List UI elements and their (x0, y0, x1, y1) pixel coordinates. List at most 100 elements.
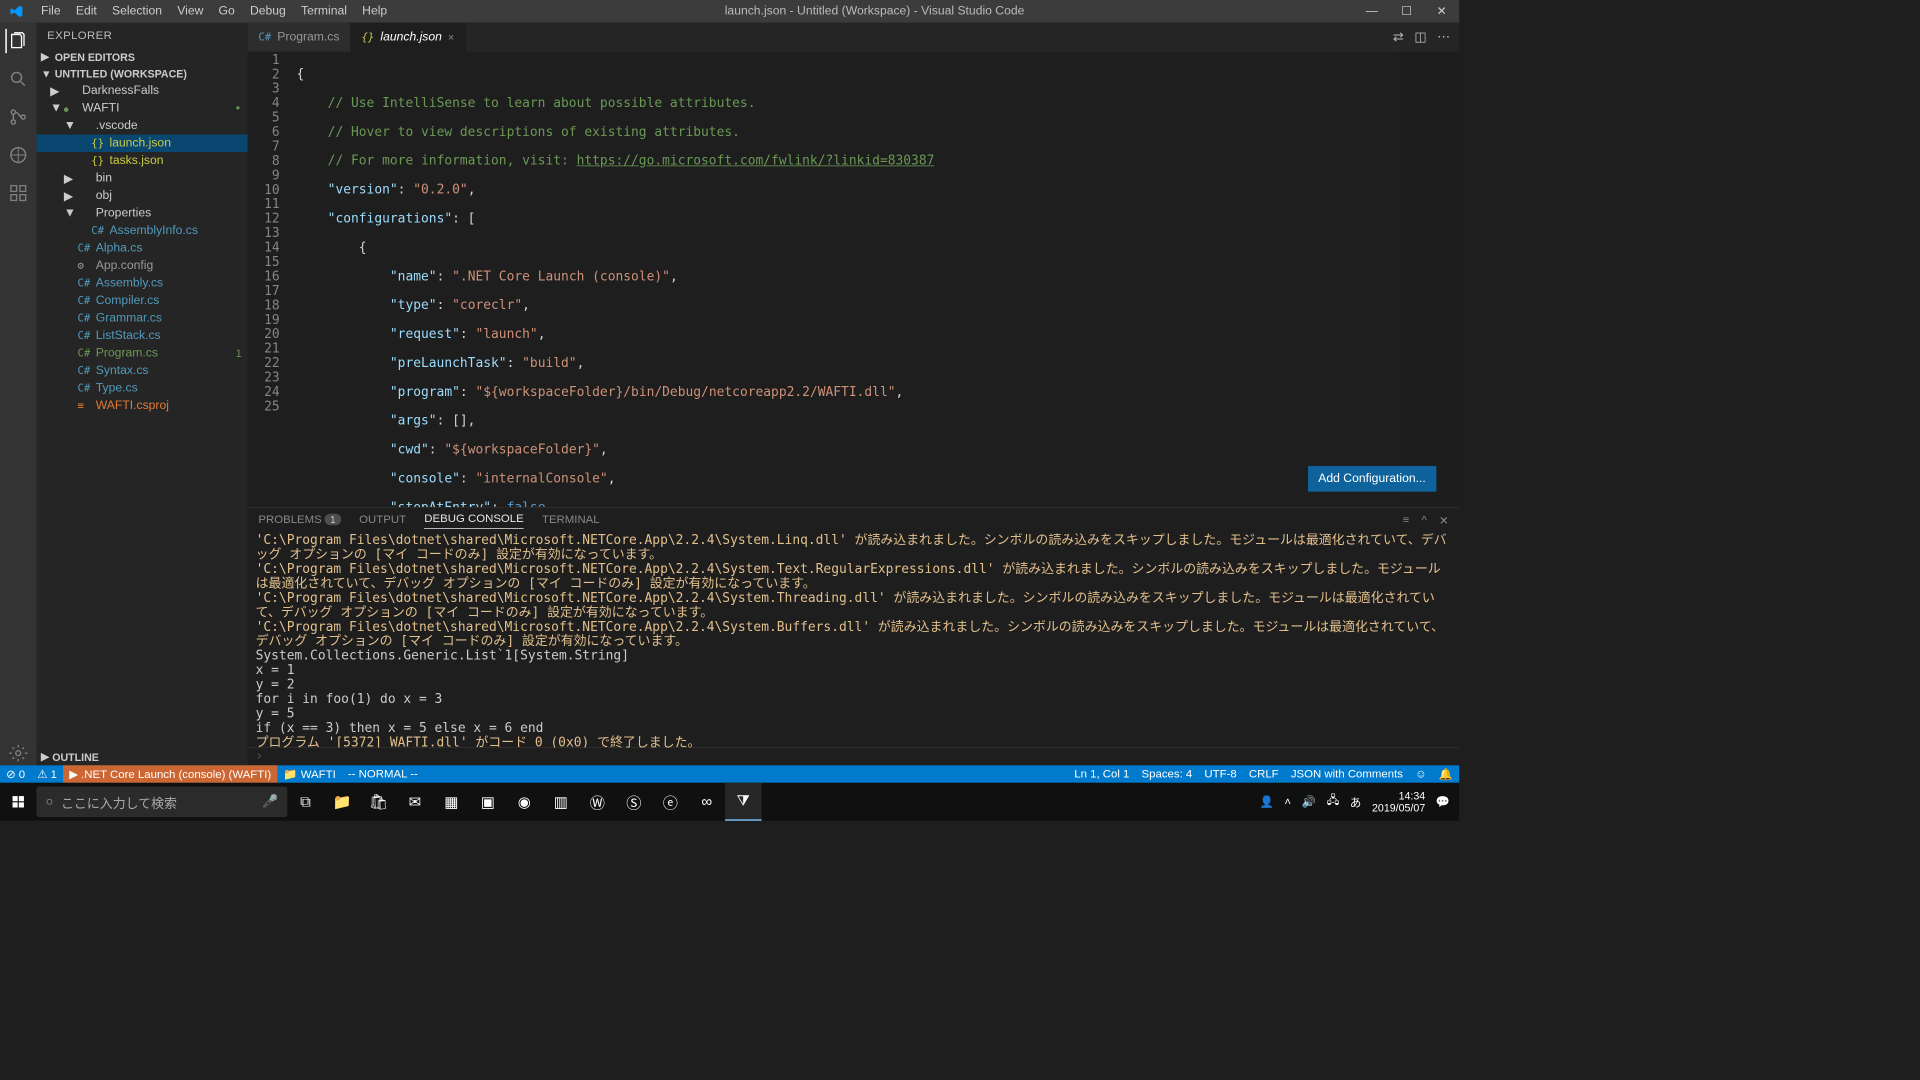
tree-item-properties[interactable]: ▼Properties (36, 204, 247, 221)
task-view-icon[interactable]: ⧉ (287, 783, 323, 821)
tree-item-compiler-cs[interactable]: C#Compiler.cs (36, 292, 247, 309)
status-indent[interactable]: Spaces: 4 (1135, 765, 1198, 782)
status-vim-mode: -- NORMAL -- (342, 765, 424, 782)
tab-launch-json[interactable]: {}launch.json× (351, 23, 466, 52)
code-editor[interactable]: 1234567891011121314151617181920212223242… (248, 52, 1459, 507)
close-icon[interactable]: ✕ (1424, 0, 1459, 23)
tree-item-assembly-cs[interactable]: C#Assembly.cs (36, 274, 247, 291)
explorer-sidebar: EXPLORER ▶OPEN EDITORS ▼UNTITLED (WORKSP… (36, 23, 247, 766)
panel-maximize-icon[interactable]: ^ (1421, 514, 1426, 528)
menu-help[interactable]: Help (355, 0, 395, 23)
tree-item-syntax-cs[interactable]: C#Syntax.cs (36, 362, 247, 379)
taskbar-clock[interactable]: 14:34 2019/05/07 (1372, 790, 1425, 814)
start-button[interactable] (0, 783, 36, 821)
more-actions-icon[interactable]: ⋯ (1437, 30, 1450, 45)
tray-chevron-icon[interactable]: ˄ (1284, 795, 1291, 808)
menu-go[interactable]: Go (211, 0, 242, 23)
vs-icon[interactable]: ∞ (689, 783, 725, 821)
activity-bar (0, 23, 36, 766)
status-eol[interactable]: CRLF (1243, 765, 1285, 782)
panel-close-icon[interactable]: ✕ (1439, 514, 1449, 528)
tree-item--vscode[interactable]: ▼.vscode (36, 117, 247, 134)
maximize-icon[interactable]: ☐ (1389, 0, 1424, 23)
debug-console-tab[interactable]: DEBUG CONSOLE (424, 512, 523, 529)
panel-filter-icon[interactable]: ≡ (1403, 514, 1410, 528)
debug-console-output[interactable]: 'C:\Program Files\dotnet\shared\Microsof… (248, 534, 1459, 748)
file-tree: ▶DarknessFalls▼WAFTI▼.vscode{}launch.jso… (36, 82, 247, 414)
skype-icon[interactable]: Ⓢ (616, 783, 652, 821)
status-notifications-icon[interactable]: 🔔 (1433, 765, 1459, 782)
app-icon[interactable]: ▦ (433, 783, 469, 821)
tree-item-darknessfalls[interactable]: ▶DarknessFalls (36, 82, 247, 99)
edge-icon[interactable]: ⓔ (652, 783, 688, 821)
cortana-icon: ○ (46, 794, 54, 809)
status-cursor-pos[interactable]: Ln 1, Col 1 (1068, 765, 1135, 782)
tree-item-type-cs[interactable]: C#Type.cs (36, 379, 247, 396)
terminal-tab[interactable]: TERMINAL (542, 513, 600, 529)
volume-icon[interactable]: 🔊 (1302, 795, 1316, 809)
tree-item-wafti-csproj[interactable]: ≡WAFTI.csproj (36, 397, 247, 414)
status-encoding[interactable]: UTF-8 (1198, 765, 1242, 782)
minimize-icon[interactable]: — (1354, 0, 1389, 23)
people-icon[interactable]: 👤 (1260, 795, 1274, 809)
minimap[interactable] (1398, 52, 1459, 507)
status-folder[interactable]: 📁 WAFTI (277, 765, 342, 782)
file-explorer-icon[interactable]: 📁 (324, 783, 360, 821)
status-language[interactable]: JSON with Comments (1285, 765, 1409, 782)
compare-changes-icon[interactable]: ⇄ (1393, 30, 1404, 45)
tree-item-obj[interactable]: ▶obj (36, 187, 247, 204)
status-launch-config[interactable]: ▶ .NET Core Launch (console) (WAFTI) (63, 765, 277, 782)
menu-selection[interactable]: Selection (104, 0, 169, 23)
extensions-icon[interactable] (6, 181, 30, 205)
tree-item-grammar-cs[interactable]: C#Grammar.cs (36, 309, 247, 326)
ime-icon[interactable]: あ (1350, 794, 1361, 810)
tree-item-wafti[interactable]: ▼WAFTI (36, 100, 247, 117)
status-bar: ⊘ 0 ⚠ 1 ▶ .NET Core Launch (console) (WA… (0, 765, 1459, 782)
terminal-icon[interactable]: ▣ (470, 783, 506, 821)
panel-tabs: PROBLEMS1 OUTPUT DEBUG CONSOLE TERMINAL … (248, 508, 1459, 534)
status-errors[interactable]: ⊘ 0 (0, 765, 31, 782)
search-icon[interactable] (6, 67, 30, 91)
store-icon[interactable]: 🛍 (360, 783, 396, 821)
tree-item-alpha-cs[interactable]: C#Alpha.cs (36, 239, 247, 256)
open-editors-section[interactable]: ▶OPEN EDITORS (36, 48, 247, 65)
problems-tab[interactable]: PROBLEMS1 (258, 513, 341, 529)
settings-gear-icon[interactable] (6, 741, 30, 765)
taskbar-search[interactable]: ○ ここに入力して検索 🎤 (36, 787, 287, 817)
editor-tabs: C#Program.cs{}launch.json× ⇄ ◫ ⋯ (248, 23, 1459, 52)
explorer-icon[interactable] (5, 29, 29, 53)
tree-item-program-cs[interactable]: C#Program.cs1 (36, 344, 247, 361)
mail-icon[interactable]: ✉ (397, 783, 433, 821)
workspace-section[interactable]: ▼UNTITLED (WORKSPACE) (36, 65, 247, 82)
outline-section[interactable]: ▶ OUTLINE (36, 748, 247, 765)
tree-item-liststack-cs[interactable]: C#ListStack.cs (36, 327, 247, 344)
add-configuration-button[interactable]: Add Configuration... (1308, 466, 1437, 492)
app-icon-3[interactable]: Ⓦ (579, 783, 615, 821)
system-tray: 👤 ˄ 🔊 🖧 あ 14:34 2019/05/07 💬 (1250, 790, 1459, 814)
tree-item-assemblyinfo-cs[interactable]: C#AssemblyInfo.cs (36, 222, 247, 239)
output-tab[interactable]: OUTPUT (359, 513, 406, 529)
tab-program-cs[interactable]: C#Program.cs (248, 23, 351, 52)
status-warnings[interactable]: ⚠ 1 (31, 765, 63, 782)
tree-item-app-config[interactable]: ⚙App.config (36, 257, 247, 274)
mic-icon[interactable]: 🎤 (262, 794, 278, 809)
scm-icon[interactable] (6, 105, 30, 129)
menu-view[interactable]: View (170, 0, 211, 23)
code-content[interactable]: { // Use IntelliSense to learn about pos… (293, 52, 1398, 507)
menu-edit[interactable]: Edit (68, 0, 104, 23)
split-editor-icon[interactable]: ◫ (1414, 30, 1426, 45)
chrome-icon[interactable]: ◉ (506, 783, 542, 821)
tree-item-launch-json[interactable]: {}launch.json (36, 135, 247, 152)
menu-debug[interactable]: Debug (242, 0, 293, 23)
debug-icon[interactable] (6, 143, 30, 167)
action-center-icon[interactable]: 💬 (1436, 795, 1450, 809)
debug-console-input[interactable]: › (248, 747, 1459, 765)
menu-terminal[interactable]: Terminal (293, 0, 354, 23)
menu-file[interactable]: File (33, 0, 68, 23)
network-icon[interactable]: 🖧 (1327, 792, 1340, 811)
tree-item-tasks-json[interactable]: {}tasks.json (36, 152, 247, 169)
tree-item-bin[interactable]: ▶bin (36, 169, 247, 186)
status-feedback-icon[interactable]: ☺ (1409, 765, 1433, 782)
app-icon-2[interactable]: ▥ (543, 783, 579, 821)
vscode-taskbar-icon[interactable]: ⧩ (725, 783, 761, 821)
